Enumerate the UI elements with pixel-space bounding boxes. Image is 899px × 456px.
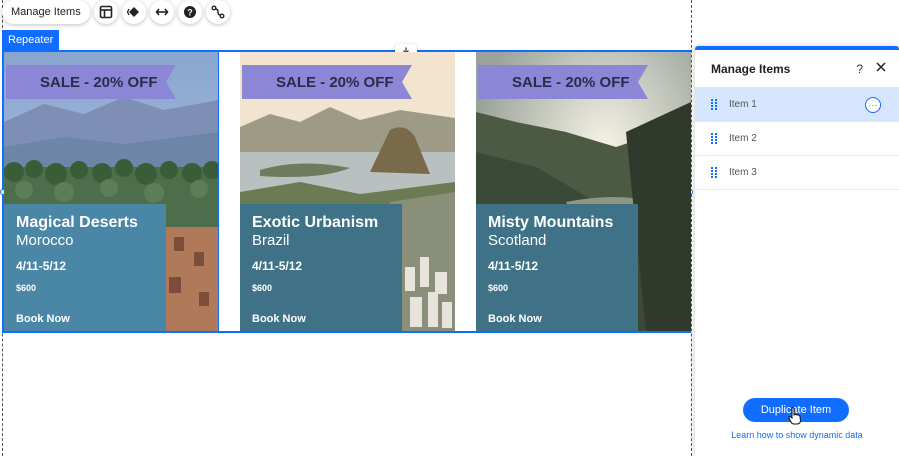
destination-title: Magical Deserts bbox=[16, 214, 138, 231]
help-icon[interactable]: ? bbox=[177, 0, 202, 24]
more-actions-icon[interactable]: ··· bbox=[865, 97, 881, 113]
sale-ribbon: SALE - 20% OFF bbox=[6, 65, 176, 99]
sale-ribbon: SALE - 20% OFF bbox=[242, 65, 412, 99]
info-box: Misty Mountains Scotland 4/11-5/12 $600 … bbox=[476, 204, 638, 331]
panel-header: Manage Items ? bbox=[695, 50, 899, 88]
item-label: Item 3 bbox=[729, 167, 757, 178]
dates-label: 4/11-5/12 bbox=[16, 259, 67, 273]
help-icon[interactable]: ? bbox=[856, 62, 863, 76]
repeater-item-2[interactable]: SALE - 20% OFF Exotic Urbanism Brazil 4/… bbox=[240, 52, 455, 331]
drag-handle-icon[interactable] bbox=[711, 99, 719, 110]
repeater-item-3[interactable]: SALE - 20% OFF Misty Mountains Scotland … bbox=[476, 52, 691, 331]
price-label: $600 bbox=[488, 283, 509, 293]
hand-cursor-icon bbox=[788, 407, 802, 425]
country-label: Morocco bbox=[16, 232, 74, 249]
price-label: $600 bbox=[252, 283, 273, 293]
item-label: Item 2 bbox=[729, 133, 757, 144]
connect-icon[interactable] bbox=[205, 0, 230, 24]
country-label: Scotland bbox=[488, 232, 547, 249]
close-icon[interactable] bbox=[875, 61, 887, 73]
manage-items-button[interactable]: Manage Items bbox=[2, 0, 90, 24]
list-item[interactable]: Item 2 bbox=[695, 122, 899, 156]
manage-items-panel: Manage Items ? Item 1 ··· Item 2 Item 3 … bbox=[695, 46, 899, 456]
destination-title: Exotic Urbanism bbox=[252, 214, 379, 231]
svg-text:?: ? bbox=[187, 7, 193, 17]
info-box: Magical Deserts Morocco 4/11-5/12 $600 B… bbox=[4, 204, 166, 331]
repeater-item-1[interactable]: SALE - 20% OFF Magical Deserts Morocco 4… bbox=[4, 52, 219, 331]
dates-label: 4/11-5/12 bbox=[488, 259, 539, 273]
destination-title: Misty Mountains bbox=[488, 214, 614, 231]
panel-title: Manage Items bbox=[711, 61, 791, 76]
design-icon[interactable] bbox=[121, 0, 146, 24]
repeater[interactable]: SALE - 20% OFF Magical Deserts Morocco 4… bbox=[0, 44, 693, 333]
item-label: Item 1 bbox=[729, 99, 757, 110]
info-box: Exotic Urbanism Brazil 4/11-5/12 $600 Bo… bbox=[240, 204, 402, 331]
stretch-icon[interactable] bbox=[149, 0, 174, 24]
drag-handle-icon[interactable] bbox=[711, 133, 719, 144]
drag-handle-icon[interactable] bbox=[711, 167, 719, 178]
layout-icon[interactable] bbox=[93, 0, 118, 24]
book-now-button[interactable]: Book Now bbox=[488, 313, 626, 325]
list-item[interactable]: Item 3 bbox=[695, 156, 899, 190]
list-item[interactable]: Item 1 ··· bbox=[695, 88, 899, 122]
learn-dynamic-data-link[interactable]: Learn how to show dynamic data bbox=[695, 430, 899, 440]
country-label: Brazil bbox=[252, 232, 290, 249]
price-label: $600 bbox=[16, 283, 37, 293]
book-now-button[interactable]: Book Now bbox=[16, 313, 154, 325]
repeater-toolbar: Manage Items ? bbox=[2, 0, 230, 24]
dates-label: 4/11-5/12 bbox=[252, 259, 303, 273]
sale-ribbon: SALE - 20% OFF bbox=[478, 65, 648, 99]
editor-canvas: Manage Items ? Repeater SALE - 20% OFF M… bbox=[0, 0, 899, 456]
page-guide-right bbox=[691, 0, 692, 456]
book-now-button[interactable]: Book Now bbox=[252, 313, 390, 325]
repeater-tag[interactable]: Repeater bbox=[2, 30, 60, 50]
